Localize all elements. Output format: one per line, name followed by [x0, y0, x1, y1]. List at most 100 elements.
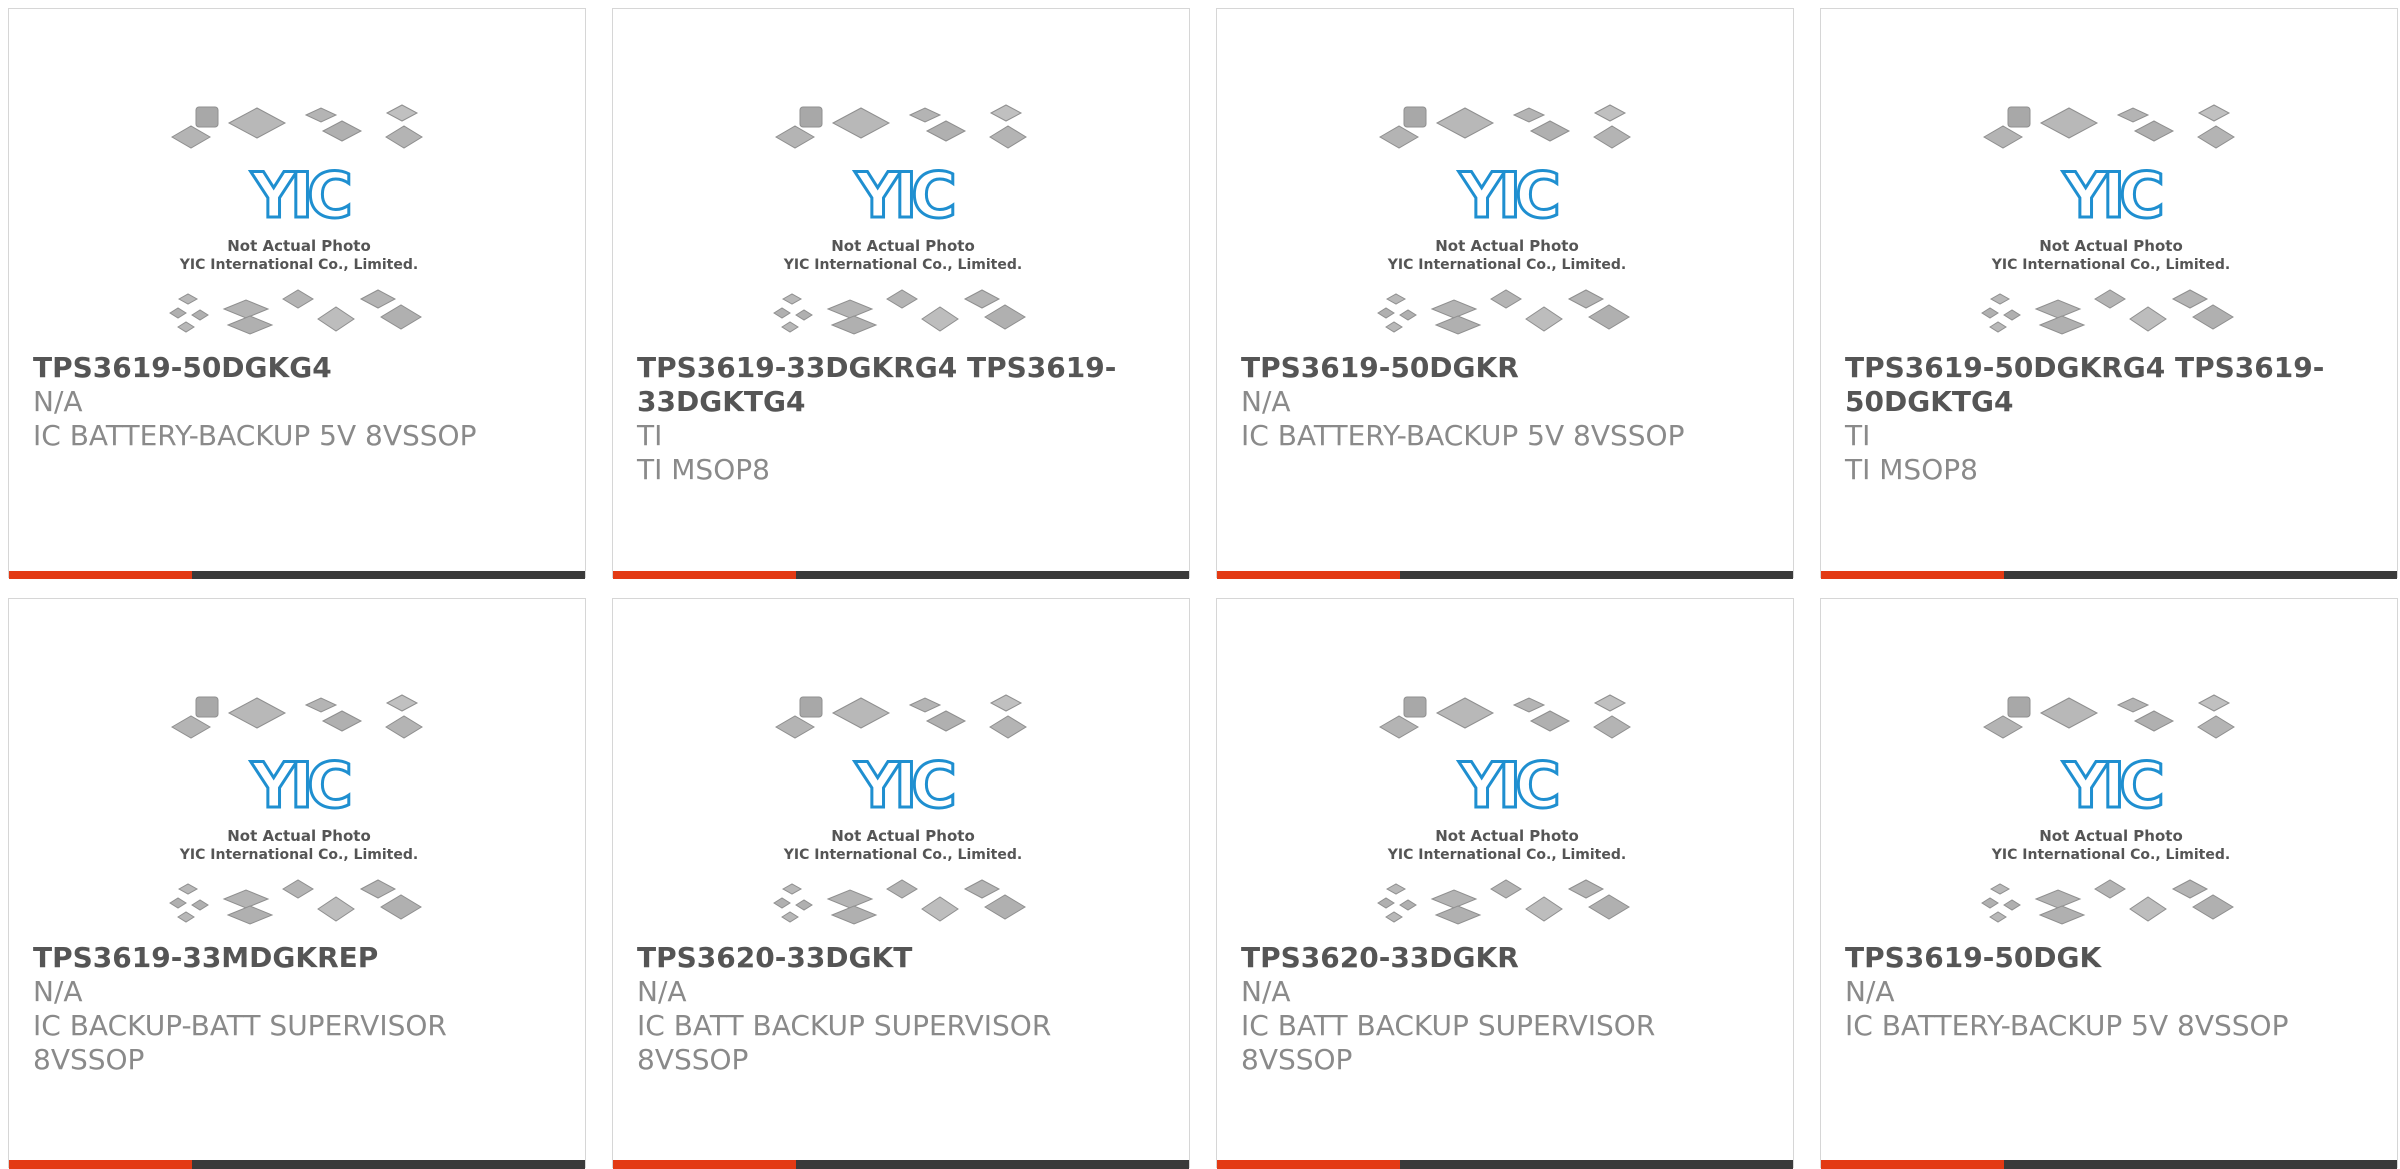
product-info: TPS3619-33MDGKREP N/A IC BACKUP-BATT SUP…: [33, 941, 561, 1077]
product-card[interactable]: YIC Not Actual Photo YIC International Co.…: [612, 8, 1190, 579]
manufacturer: N/A: [33, 385, 83, 418]
chip-icon: [1567, 289, 1605, 309]
product-photo-placeholder[interactable]: YIC Not Actual Photo YIC International Co.…: [166, 101, 432, 345]
card-bottom-bar: [1217, 1160, 1793, 1169]
product-card[interactable]: YIC Not Actual Photo YIC International Co.…: [8, 598, 586, 1169]
chip-icon: [831, 107, 891, 139]
chip-icon: [781, 911, 799, 923]
ic-packages-bottom: [1377, 879, 1630, 925]
chip-icon: [1403, 106, 1427, 128]
chip-icon: [2034, 889, 2082, 909]
chip-icon: [1490, 289, 1522, 309]
chip-icon: [2192, 894, 2234, 920]
photo-caption: Not Actual Photo: [1435, 237, 1579, 255]
part-number-link[interactable]: TPS3619-50DGKG4: [33, 351, 561, 385]
card-bottom-bar: [1821, 571, 2397, 579]
part-number-link[interactable]: TPS3620-33DGKT: [637, 941, 1165, 975]
chip-icon: [2038, 905, 2086, 925]
part-number-link[interactable]: TPS3619-50DGKRG4 TPS3619-50DGKTG4: [1845, 351, 2373, 419]
svg-text:YIC: YIC: [854, 749, 953, 822]
chip-icon: [1379, 125, 1419, 149]
photo-caption: Not Actual Photo: [831, 237, 975, 255]
description: IC BATT BACKUP SUPERVISOR 8VSSOP: [1241, 1009, 1656, 1076]
chip-icon: [171, 125, 211, 149]
chip-icon: [1385, 883, 1407, 895]
description: IC BATTERY-BACKUP 5V 8VSSOP: [1241, 419, 1685, 452]
chip-icon: [831, 697, 891, 729]
accent-bar: [1821, 571, 2004, 579]
chip-icon: [1430, 299, 1478, 319]
part-number-link[interactable]: TPS3620-33DGKR: [1241, 941, 1769, 975]
chip-icon: [908, 107, 942, 123]
ic-packages-bottom: [169, 879, 422, 925]
ic-packages-bottom: [1981, 879, 2234, 925]
photo-caption: YIC International Co., Limited.: [179, 847, 418, 863]
chip-icon: [2094, 879, 2126, 899]
product-photo-placeholder[interactable]: YIC Not Actual Photo YIC International Co.…: [1978, 691, 2244, 935]
chip-icon: [1588, 894, 1630, 920]
product-card[interactable]: YIC Not Actual Photo YIC International Co.…: [1820, 598, 2398, 1169]
svg-text:YIC: YIC: [854, 159, 953, 232]
product-info: TPS3620-33DGKR N/A IC BATT BACKUP SUPERV…: [1241, 941, 1769, 1077]
chip-icon: [2197, 104, 2231, 122]
chip-icon: [385, 125, 423, 149]
part-number-link[interactable]: TPS3619-50DGKR: [1241, 351, 1769, 385]
chip-icon: [773, 897, 791, 909]
chip-icon: [775, 715, 815, 739]
chip-icon: [304, 107, 338, 123]
ic-packages-bottom: [1981, 289, 2234, 335]
yic-logo: YIC: [853, 158, 961, 234]
chip-icon: [2094, 289, 2126, 309]
part-number-link[interactable]: TPS3619-33DGKRG4 TPS3619-33DGKTG4: [637, 351, 1165, 419]
ic-packages-top: [1379, 694, 1631, 739]
product-card[interactable]: YIC Not Actual Photo YIC International Co.…: [1820, 8, 2398, 579]
not-actual-photo-image: YIC Not Actual Photo YIC International Co.…: [1981, 694, 2235, 925]
chip-icon: [795, 899, 813, 911]
chip-icon: [2034, 299, 2082, 319]
ic-packages-top: [775, 694, 1027, 739]
accent-bar: [1217, 1160, 1400, 1169]
photo-caption: YIC International Co., Limited.: [783, 257, 1022, 273]
chip-icon: [984, 894, 1026, 920]
chip-icon: [1989, 293, 2011, 305]
chip-icon: [222, 889, 270, 909]
chip-icon: [1399, 899, 1417, 911]
chip-icon: [925, 710, 967, 732]
product-card[interactable]: YIC Not Actual Photo YIC International Co.…: [8, 8, 586, 579]
svg-text:YIC: YIC: [2062, 159, 2161, 232]
product-photo-placeholder[interactable]: YIC Not Actual Photo YIC International Co.…: [166, 691, 432, 935]
product-card[interactable]: YIC Not Actual Photo YIC International Co.…: [1216, 598, 1794, 1169]
yic-logo: YIC: [1457, 748, 1565, 824]
chip-icon: [1593, 125, 1631, 149]
chip-icon: [2133, 710, 2175, 732]
product-card[interactable]: YIC Not Actual Photo YIC International Co.…: [612, 598, 1190, 1169]
chip-icon: [989, 104, 1023, 122]
chip-icon: [826, 299, 874, 319]
chip-icon: [1385, 911, 1403, 923]
product-card[interactable]: YIC Not Actual Photo YIC International Co.…: [1216, 8, 1794, 579]
product-photo-placeholder[interactable]: YIC Not Actual Photo YIC International Co.…: [1374, 101, 1640, 345]
product-photo-placeholder[interactable]: YIC Not Actual Photo YIC International Co.…: [1978, 101, 2244, 345]
chip-icon: [1588, 304, 1630, 330]
part-number-link[interactable]: TPS3619-50DGK: [1845, 941, 2373, 975]
chip-icon: [1989, 321, 2007, 333]
accent-bar: [1217, 571, 1400, 579]
chip-icon: [2197, 125, 2235, 149]
chip-icon: [1377, 897, 1395, 909]
chip-icon: [2129, 896, 2167, 922]
chip-icon: [227, 107, 287, 139]
product-info: TPS3619-50DGK N/A IC BATTERY-BACKUP 5V 8…: [1845, 941, 2373, 1043]
product-photo-placeholder[interactable]: YIC Not Actual Photo YIC International Co.…: [770, 101, 1036, 345]
chip-icon: [171, 715, 211, 739]
chip-icon: [799, 106, 823, 128]
chip-icon: [177, 911, 195, 923]
chip-icon: [282, 879, 314, 899]
chip-icon: [989, 694, 1023, 712]
chip-icon: [317, 896, 355, 922]
part-number-link[interactable]: TPS3619-33MDGKREP: [33, 941, 561, 975]
accent-bar: [613, 1160, 796, 1169]
product-photo-placeholder[interactable]: YIC Not Actual Photo YIC International Co.…: [770, 691, 1036, 935]
product-photo-placeholder[interactable]: YIC Not Actual Photo YIC International Co.…: [1374, 691, 1640, 935]
chip-icon: [226, 905, 274, 925]
chip-icon: [385, 694, 419, 712]
